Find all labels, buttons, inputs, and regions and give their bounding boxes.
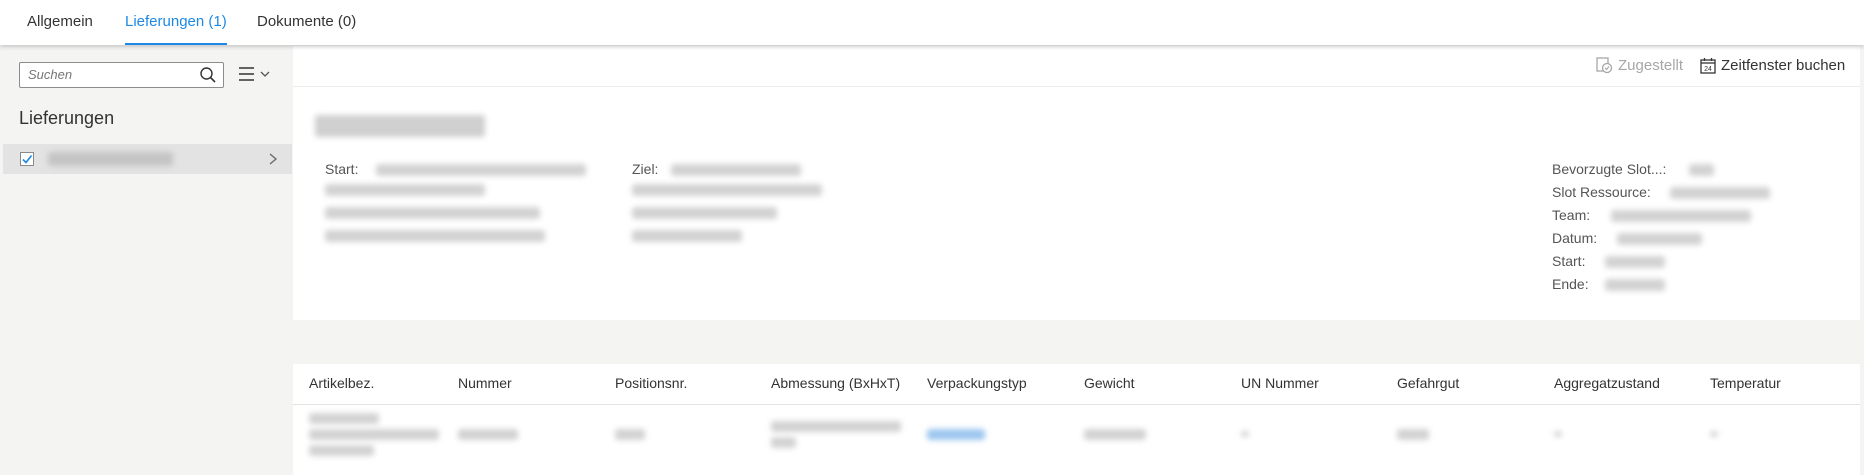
column-header-number[interactable]: Nummer bbox=[458, 375, 512, 391]
cell-article-line-1-redacted bbox=[309, 413, 379, 424]
preferred-slot-label: Bevorzugte Slot...: bbox=[1552, 161, 1667, 177]
column-header-packaging[interactable]: Verpackungstyp bbox=[927, 375, 1027, 391]
cell-dimensions-line-1-redacted bbox=[771, 421, 901, 432]
destination-label: Ziel: bbox=[632, 161, 659, 177]
detail-toolbar: Zugestellt 24 Zeitfenster buchen bbox=[293, 46, 1860, 87]
list-menu-button[interactable] bbox=[236, 63, 276, 85]
slot-resource-value-redacted bbox=[1670, 187, 1770, 199]
sidebar-item-delivery[interactable] bbox=[3, 144, 292, 174]
start-address-line-1-redacted bbox=[325, 184, 485, 196]
slot-start-value-redacted bbox=[1605, 256, 1665, 268]
tab-bar: Allgemein Lieferungen (1) Dokumente (0) bbox=[0, 0, 1864, 45]
column-header-weight[interactable]: Gewicht bbox=[1084, 375, 1135, 391]
delivery-id-redacted bbox=[48, 152, 173, 166]
team-label: Team: bbox=[1552, 207, 1591, 223]
slot-resource-label: Slot Ressource: bbox=[1552, 184, 1651, 200]
delivery-detail: Start: Ziel: Bevorzugte Slot...: Slot Re… bbox=[293, 87, 1860, 320]
calendar-day: 24 bbox=[1704, 66, 1712, 73]
check-icon bbox=[22, 155, 33, 164]
table-row[interactable] bbox=[293, 405, 1860, 475]
menu-icon bbox=[239, 67, 270, 81]
team-value-redacted bbox=[1611, 210, 1751, 222]
search-icon[interactable] bbox=[199, 66, 217, 84]
start-address-line-3-redacted bbox=[325, 230, 545, 242]
destination-address-line-2-redacted bbox=[632, 207, 777, 219]
cell-position-redacted bbox=[615, 429, 645, 440]
slot-end-label: Ende: bbox=[1552, 276, 1589, 292]
book-slot-button[interactable]: 24 Zeitfenster buchen bbox=[1700, 46, 1845, 86]
cell-temperature-redacted bbox=[1710, 431, 1718, 437]
destination-value-redacted bbox=[671, 164, 801, 176]
start-value-redacted bbox=[376, 164, 586, 176]
book-slot-label: Zeitfenster buchen bbox=[1721, 57, 1846, 74]
tab-dokumente[interactable]: Dokumente (0) bbox=[257, 0, 356, 45]
cell-packaging-link-redacted[interactable] bbox=[927, 429, 985, 440]
cell-dimensions-line-2-redacted bbox=[771, 437, 796, 448]
column-header-temperature[interactable]: Temperatur bbox=[1710, 375, 1781, 391]
chevron-right-icon bbox=[269, 153, 278, 165]
preferred-slot-value-redacted bbox=[1689, 164, 1714, 176]
slot-start-label: Start: bbox=[1552, 253, 1586, 269]
cell-aggregate-state-redacted bbox=[1554, 431, 1562, 437]
cell-un-number-redacted bbox=[1241, 431, 1249, 437]
cell-article-line-3-redacted bbox=[309, 445, 374, 456]
delivered-button[interactable]: Zugestellt bbox=[1595, 46, 1683, 86]
delivered-label: Zugestellt bbox=[1618, 57, 1684, 74]
cell-number-redacted bbox=[458, 429, 518, 440]
date-value-redacted bbox=[1617, 233, 1702, 245]
destination-address-line-1-redacted bbox=[632, 184, 822, 196]
calendar-icon: 24 bbox=[1700, 57, 1716, 74]
column-header-dimensions[interactable]: Abmessung (BxHxT) bbox=[771, 375, 900, 391]
date-label: Datum: bbox=[1552, 230, 1598, 246]
sidebar-title: Lieferungen bbox=[19, 108, 115, 128]
cell-article-line-2-redacted bbox=[309, 429, 439, 440]
cell-weight-redacted bbox=[1084, 429, 1146, 440]
delivery-checkbox[interactable] bbox=[20, 152, 34, 166]
column-header-dangerous-goods[interactable]: Gefahrgut bbox=[1397, 375, 1459, 391]
column-header-position[interactable]: Positionsnr. bbox=[615, 375, 687, 391]
delivery-heading-redacted bbox=[315, 115, 485, 137]
slot-end-value-redacted bbox=[1605, 279, 1665, 291]
destination-address-line-3-redacted bbox=[632, 230, 742, 242]
items-table: Artikelbez. Nummer Positionsnr. Abmessun… bbox=[293, 364, 1860, 475]
cell-dangerous-goods-redacted bbox=[1397, 429, 1429, 440]
column-header-un-number[interactable]: UN Nummer bbox=[1241, 375, 1319, 391]
tab-lieferungen[interactable]: Lieferungen (1) bbox=[125, 0, 227, 45]
search-placeholder: Suchen bbox=[28, 67, 73, 82]
start-address-line-2-redacted bbox=[325, 207, 540, 219]
start-label: Start: bbox=[325, 161, 359, 177]
delivered-icon bbox=[1596, 57, 1613, 74]
column-header-aggregate-state[interactable]: Aggregatzustand bbox=[1554, 375, 1660, 391]
column-header-article[interactable]: Artikelbez. bbox=[309, 375, 374, 391]
tab-allgemein[interactable]: Allgemein bbox=[27, 0, 93, 45]
sidebar: Suchen Lieferungen bbox=[0, 46, 292, 475]
search-input[interactable]: Suchen bbox=[19, 62, 224, 88]
